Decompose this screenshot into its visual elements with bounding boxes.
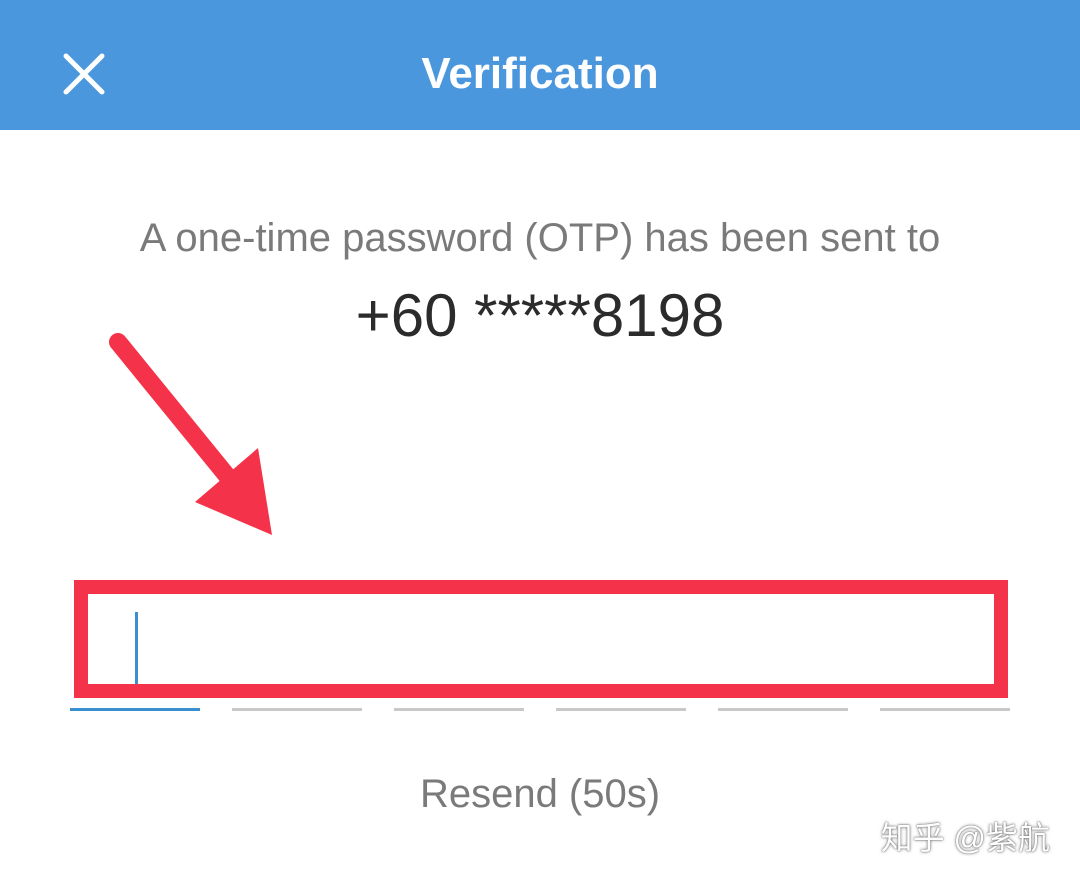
- otp-digit-slot-2[interactable]: [232, 708, 362, 711]
- otp-digit-slot-1[interactable]: [70, 708, 200, 711]
- otp-digit-slot-5[interactable]: [718, 708, 848, 711]
- watermark: 知乎 @紫航: [880, 820, 1050, 856]
- otp-message: A one-time password (OTP) has been sent …: [139, 216, 941, 260]
- verification-screen: Verification A one-time password (OTP) h…: [0, 0, 1080, 882]
- otp-input[interactable]: [88, 594, 994, 684]
- text-cursor: [135, 612, 138, 684]
- red-arrow-icon: [109, 333, 272, 535]
- resend-button[interactable]: Resend (50s): [0, 768, 1080, 820]
- otp-digit-slot-6[interactable]: [880, 708, 1010, 711]
- otp-digit-slot-3[interactable]: [394, 708, 524, 711]
- header-bar: Verification: [0, 0, 1080, 130]
- otp-digit-slot-4[interactable]: [556, 708, 686, 711]
- otp-highlight-box: [74, 580, 1008, 698]
- page-title: Verification: [421, 49, 659, 98]
